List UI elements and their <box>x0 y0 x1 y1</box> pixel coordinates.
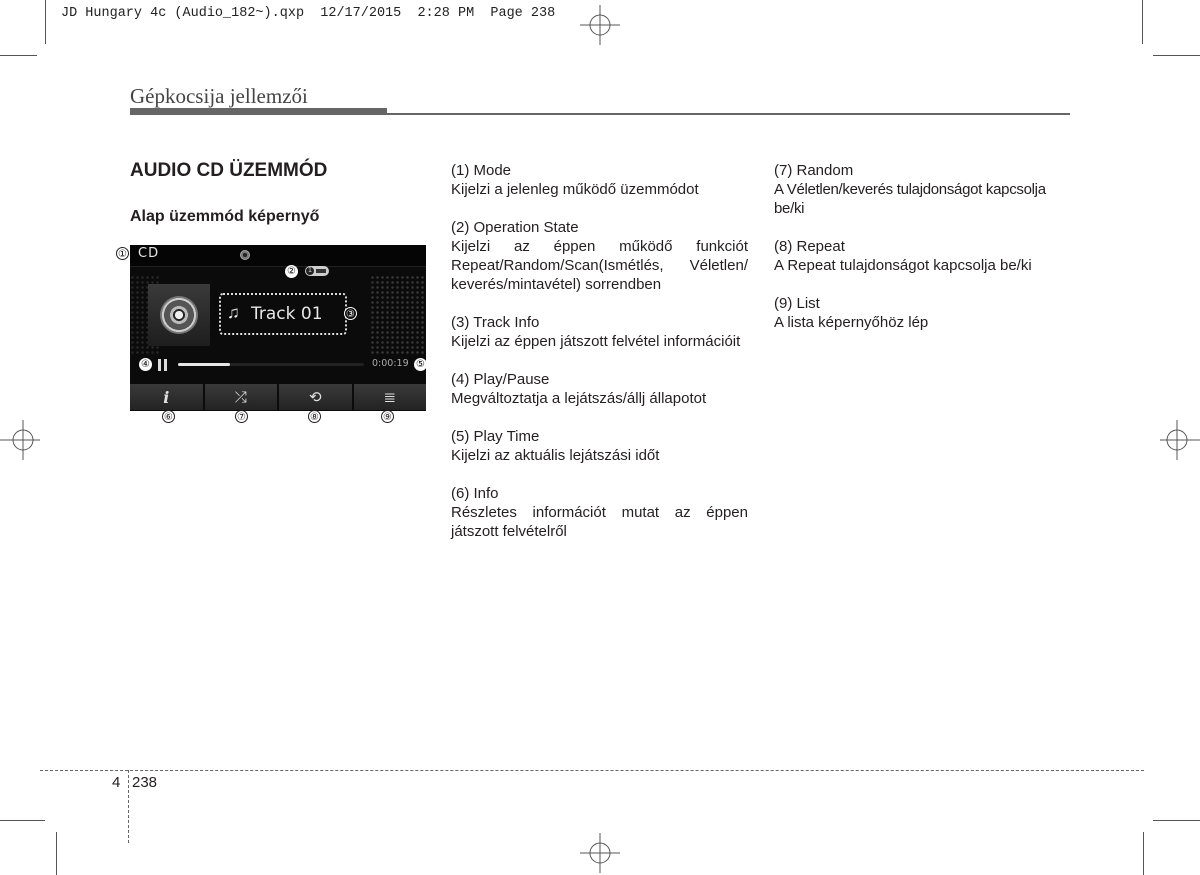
item-title: (1) Mode <box>451 162 512 179</box>
crop-mark <box>1153 55 1200 56</box>
album-art <box>148 284 210 346</box>
play-time: 0:00:19 <box>372 358 409 369</box>
item-desc: Kijelzi az éppen játszott felvétel infor… <box>451 333 741 350</box>
item-title: (4) Play/Pause <box>451 371 550 388</box>
description-item: (2) Operation State Kijelzi az éppen műkö… <box>451 218 748 294</box>
registration-mark-icon <box>580 5 620 45</box>
header-rule <box>130 108 387 115</box>
screen-top-bar: CD <box>130 245 426 267</box>
crop-mark <box>0 820 45 821</box>
control-bar: i ⤮ ⟲ ≣ <box>130 384 426 410</box>
cd-disc-icon <box>160 296 198 334</box>
track-info: ♫ Track 01 <box>219 293 347 335</box>
footer-rule <box>40 770 1144 771</box>
item-title: (5) Play Time <box>451 428 540 445</box>
repeat-indicator-icon <box>316 269 326 273</box>
print-slug: JD Hungary 4c (Audio_182~).qxp 12/17/201… <box>61 6 556 21</box>
item-desc: A lista képernyőhöz lép <box>774 314 929 331</box>
page-heading: AUDIO CD ÜZEMMÓD <box>130 160 328 181</box>
track-title: Track 01 <box>251 304 323 324</box>
callout-7: ⑦ <box>235 410 248 423</box>
crop-mark <box>1143 832 1144 875</box>
callout-6: ⑥ <box>162 410 175 423</box>
item-title: (8) Repeat <box>774 238 845 255</box>
item-title: (3) Track Info <box>451 314 540 331</box>
list-icon: ≣ <box>383 389 397 406</box>
callout-1: ① <box>116 247 129 260</box>
music-note-icon: ♫ <box>227 303 240 322</box>
item-title: (9) List <box>774 295 820 312</box>
callout-5: ⑤ <box>414 358 426 371</box>
disc-status-icon <box>240 250 250 260</box>
registration-mark-icon <box>0 420 40 460</box>
shuffle-icon: ⤮ <box>234 388 247 406</box>
callout-8: ⑧ <box>308 410 321 423</box>
item-title: (2) Operation State <box>451 219 579 236</box>
item-desc: Megváltoztatja a lejátszás/állj állapoto… <box>451 390 707 407</box>
operation-state-icon: 1 <box>305 266 329 276</box>
crop-mark <box>1142 0 1143 44</box>
description-column-2: (7) Random A Véletlen/keverés tulajdonság… <box>774 161 1071 351</box>
random-button[interactable]: ⤮ <box>204 384 277 410</box>
crop-mark <box>56 832 57 875</box>
mode-label: CD <box>138 246 160 261</box>
repeat-button[interactable]: ⟲ <box>279 384 352 410</box>
description-item: (6) Info Részletes információt mutat az é… <box>451 484 748 541</box>
crop-mark <box>45 0 46 44</box>
chapter-number: 4 <box>112 774 121 791</box>
item-desc: A Véletlen/keverés tulajdonságot kapcsol… <box>774 181 1046 217</box>
item-desc: A Repeat tulajdonságot kapcsolja be/ki <box>774 257 1032 274</box>
repeat-icon: ⟲ <box>308 389 322 406</box>
description-item: (8) Repeat A Repeat tulajdonságot kapcsol… <box>774 237 1071 275</box>
registration-mark-icon <box>1160 420 1200 460</box>
progress-fill <box>178 363 231 366</box>
description-item: (5) Play Time Kijelzi az aktuális lejátsz… <box>451 427 748 465</box>
description-item: (9) List A lista képernyőhöz lép <box>774 294 1071 332</box>
item-desc: Kijelzi a jelenleg működő üzemmódot <box>451 181 699 198</box>
play-pause-button[interactable] <box>158 359 168 371</box>
list-button[interactable]: ≣ <box>353 384 426 410</box>
callout-3: ③ <box>344 307 357 320</box>
equalizer-decoration <box>370 275 426 355</box>
item-desc: Részletes információt mutat az éppen ját… <box>451 504 748 540</box>
crop-mark <box>1153 820 1200 821</box>
page-number: 238 <box>132 774 158 791</box>
description-item: (3) Track Info Kijelzi az éppen játszott … <box>451 313 748 351</box>
callout-9: ⑨ <box>381 410 394 423</box>
crop-mark <box>0 55 37 56</box>
header-rule <box>387 113 1070 115</box>
registration-mark-icon <box>580 833 620 873</box>
item-desc: Kijelzi az aktuális lejátszási időt <box>451 447 660 464</box>
callout-4: ④ <box>139 358 152 371</box>
description-item: (7) Random A Véletlen/keverés tulajdonság… <box>774 161 1071 218</box>
item-title: (7) Random <box>774 162 854 179</box>
description-column-1: (1) Mode Kijelzi a jelenleg működő üzemmó… <box>451 161 748 560</box>
operation-state-number: 1 <box>306 267 314 275</box>
item-title: (6) Info <box>451 485 499 502</box>
progress-bar[interactable] <box>178 363 364 366</box>
callout-2: ② <box>285 265 298 278</box>
item-desc: Kijelzi az éppen működő funkciót Repeat/… <box>451 238 748 293</box>
description-item: (4) Play/Pause Megváltoztatja a lejátszás… <box>451 370 748 408</box>
cd-screen-illustration: CD ② 1 ♫ Track 01 ③ ④ 0:00:19 ⑤ i ⤮ ⟲ ≣ <box>130 245 426 411</box>
footer-divider <box>128 770 129 843</box>
description-item: (1) Mode Kijelzi a jelenleg működő üzemmó… <box>451 161 748 199</box>
info-button[interactable]: i <box>130 384 203 410</box>
page-subheading: Alap üzemmód képernyő <box>130 208 320 225</box>
info-icon: i <box>163 387 170 407</box>
section-header: Gépkocsija jellemzői <box>130 84 308 108</box>
